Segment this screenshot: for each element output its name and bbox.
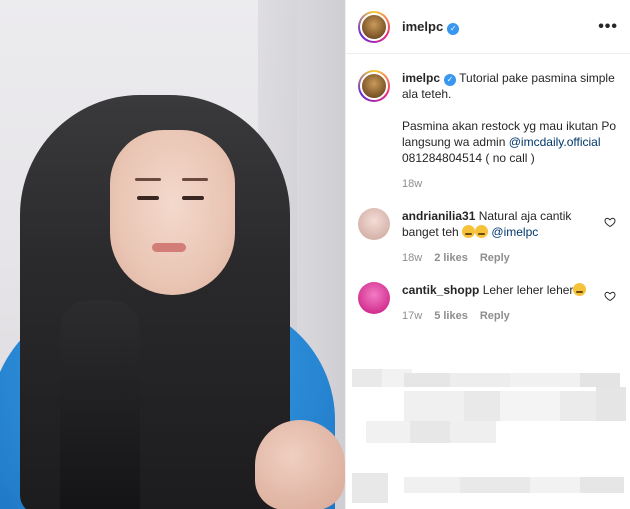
post-header: imelpc ✓ ••• (346, 0, 630, 54)
comment-avatar[interactable] (358, 208, 390, 240)
comment-likes[interactable]: 2 likes (434, 250, 468, 266)
comment-item: cantik_shopp Leher leher leher 17w 5 lik… (346, 282, 630, 324)
more-options-icon[interactable]: ••• (598, 18, 618, 36)
comment-likes[interactable]: 5 likes (434, 308, 468, 324)
comment-reply-button[interactable]: Reply (480, 250, 510, 266)
comment-timestamp: 18w (402, 252, 423, 264)
caption-text: imelpc ✓ Tutorial pake pasmina simple ala… (402, 70, 618, 192)
woman-face (110, 130, 235, 295)
comment-body: andrianilia31 Natural aja cantik banget … (402, 208, 602, 266)
caption-mention-link[interactable]: @imcdaily.official (509, 135, 601, 149)
heart-icon[interactable] (604, 290, 616, 302)
left-eyebrow (135, 178, 161, 181)
instagram-post-view: imelpc ✓ ••• imelpc ✓ Tutorial pake pasmin… (0, 0, 630, 509)
right-eyebrow (182, 178, 208, 181)
comment-body: cantik_shopp Leher leher leher 17w 5 lik… (402, 282, 602, 324)
comment-avatar[interactable] (358, 282, 390, 314)
comment-item: andrianilia31 Natural aja cantik banget … (346, 208, 630, 266)
heart-icon[interactable] (604, 216, 616, 228)
verified-badge-icon: ✓ (447, 22, 460, 35)
crying-emoji-icon (475, 225, 489, 238)
hand (255, 420, 345, 509)
caption: imelpc ✓ Tutorial pake pasmina simple ala… (346, 54, 630, 192)
caption-line3: 081284804514 ( no call ) (402, 151, 535, 165)
lips (152, 243, 186, 252)
comment-username[interactable]: andrianilia31 (402, 209, 475, 223)
comment-text: Leher leher leher (482, 283, 574, 297)
right-eye (182, 196, 204, 200)
crying-emoji-icon (462, 225, 476, 238)
comment-meta: 18w 2 likes Reply (402, 250, 602, 266)
left-eye (137, 196, 159, 200)
comment-mention-link[interactable]: @imelpc (491, 225, 538, 239)
caption-avatar[interactable] (358, 70, 390, 102)
post-side-panel: imelpc ✓ ••• imelpc ✓ Tutorial pake pasmin… (345, 0, 630, 509)
post-video[interactable] (0, 0, 345, 509)
caption-timestamp: 18w (402, 178, 423, 190)
pashmina-fold (60, 300, 140, 509)
comment-meta: 17w 5 likes Reply (402, 308, 602, 324)
comment-username[interactable]: cantik_shopp (402, 283, 479, 297)
verified-badge-icon: ✓ (444, 74, 457, 86)
comment-reply-button[interactable]: Reply (480, 308, 510, 324)
profile-username[interactable]: imelpc ✓ (402, 19, 460, 35)
pixelated-comments (346, 365, 630, 509)
profile-avatar[interactable] (358, 10, 390, 43)
comment-timestamp: 17w (402, 310, 423, 322)
grimace-emoji-icon (573, 283, 587, 296)
caption-username[interactable]: imelpc (402, 71, 440, 85)
caption-line2: Pasmina akan restock yg mau ikutan Po la… (402, 119, 617, 165)
